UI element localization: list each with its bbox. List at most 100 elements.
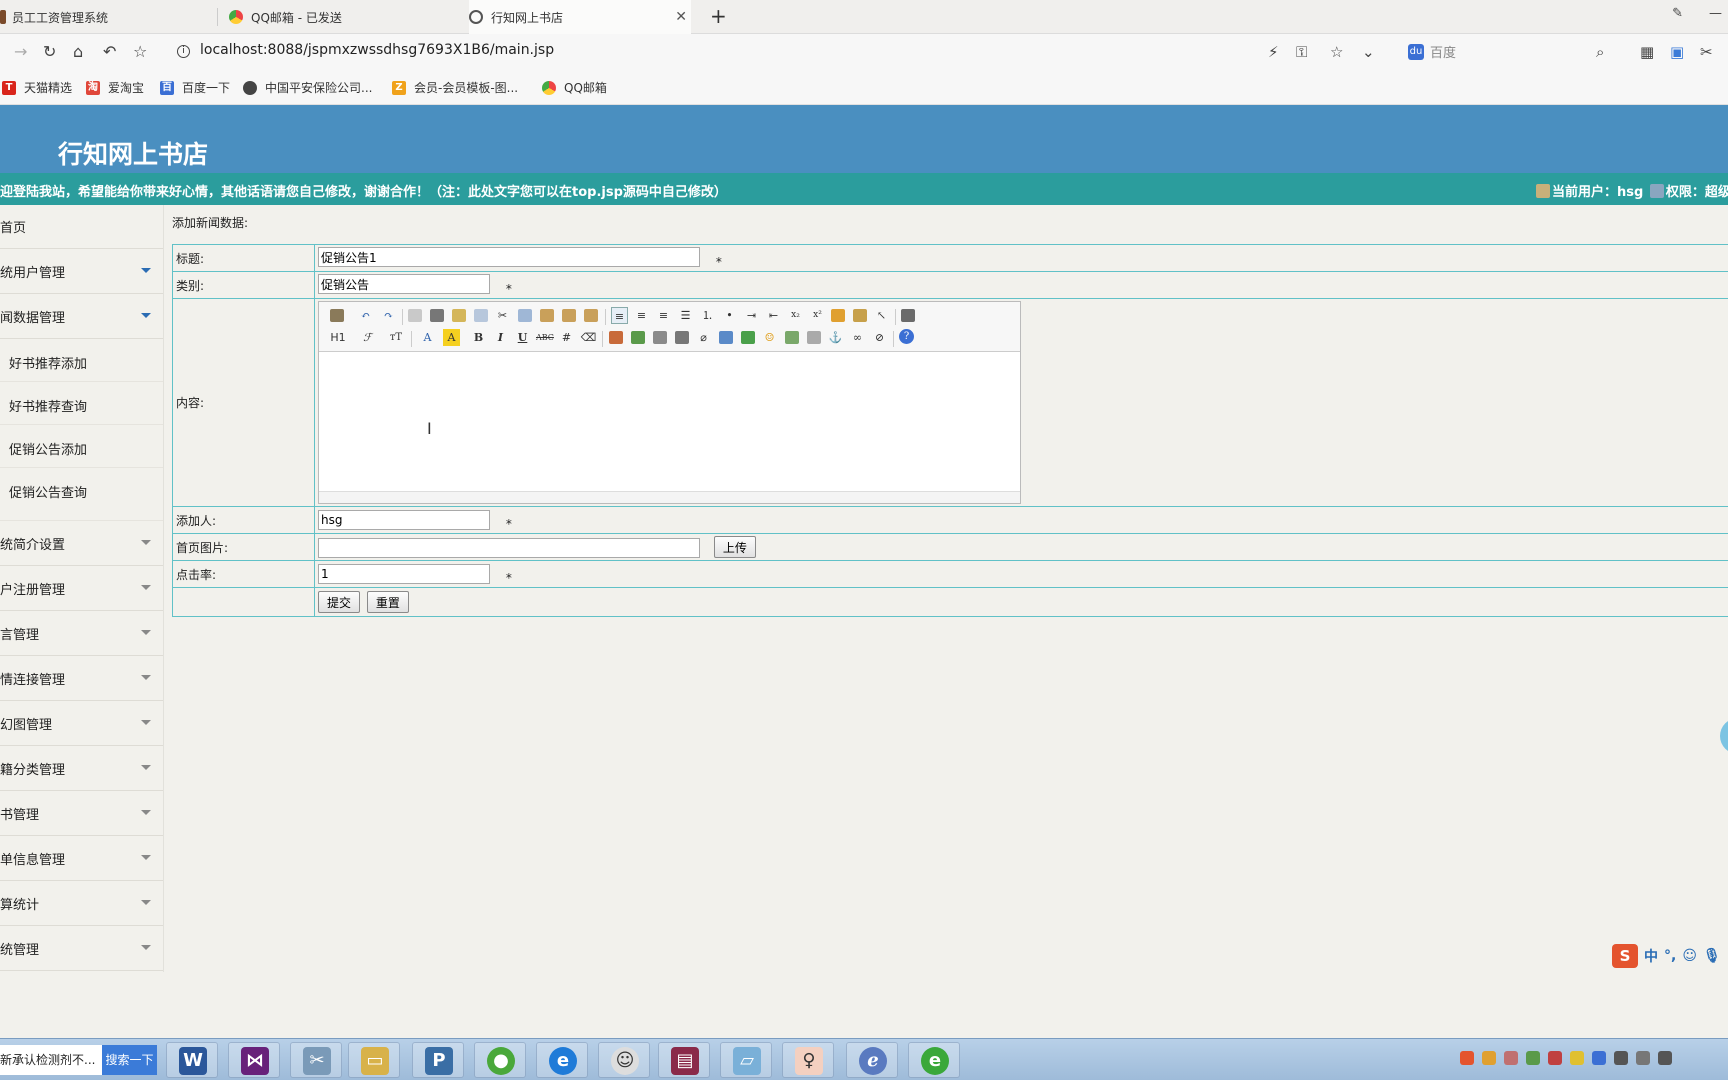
search-icon[interactable]: ⌕	[1596, 43, 1604, 61]
image-icon[interactable]	[609, 331, 623, 344]
bluetooth-icon[interactable]	[1592, 1051, 1606, 1065]
map-icon[interactable]	[785, 331, 799, 344]
taskbar-eclipse[interactable]: ℯ	[846, 1042, 898, 1078]
scissors-icon[interactable]: ✂	[1700, 43, 1713, 61]
taskbar-python[interactable]: P	[412, 1042, 464, 1078]
select-all-icon[interactable]: ↖	[873, 307, 890, 324]
tab-bookstore[interactable]: 行知网上书店 ✕	[469, 0, 691, 34]
taskbar-search-button[interactable]: 搜索一下	[102, 1045, 157, 1075]
copy-icon[interactable]	[518, 309, 532, 322]
tab-salary-system[interactable]: 员工工资管理系统	[0, 0, 196, 34]
translate-icon[interactable]: ▣	[1670, 43, 1684, 61]
bookmark-pingan[interactable]: 中国平安保险公司...	[243, 79, 372, 96]
sogou-tray-icon[interactable]	[1460, 1051, 1474, 1065]
superscript-icon[interactable]: x²	[809, 307, 826, 324]
taskbar-notepad[interactable]: ▱	[720, 1042, 772, 1078]
forward-icon[interactable]: →	[14, 42, 27, 61]
font-color-icon[interactable]: A	[419, 329, 436, 346]
bookmark-baidu[interactable]: 百百度一下	[160, 79, 230, 96]
sidebar-item-intro-settings[interactable]: 统简介设置	[0, 521, 163, 566]
font-family-dropdown[interactable]: ℱ	[359, 329, 376, 346]
help-icon[interactable]: ?	[899, 329, 914, 344]
bookmark-tmall[interactable]: T 天猫精选	[2, 79, 72, 96]
italic-icon[interactable]: I	[492, 329, 509, 346]
clicks-input[interactable]	[318, 563, 490, 584]
taskbar-visual-studio[interactable]: ⋈	[228, 1042, 280, 1078]
sidebar-subitem-book-recommend-add[interactable]: 好书推荐添加	[0, 339, 163, 382]
favorite-star-icon[interactable]: ☆	[1330, 43, 1343, 61]
multi-image-icon[interactable]	[631, 331, 645, 344]
sidebar-item-message-mgmt[interactable]: 言管理	[0, 611, 163, 656]
image-path-input[interactable]	[318, 537, 700, 558]
bookmark-aitaobao[interactable]: 淘爱淘宝	[86, 79, 144, 96]
taskbar-green-e[interactable]: e	[908, 1042, 960, 1078]
author-input[interactable]	[318, 509, 490, 530]
font-size-dropdown[interactable]: тT	[385, 329, 407, 346]
taskbar-snipping-tool[interactable]: ✂	[290, 1042, 342, 1078]
sidebar-item-category-mgmt[interactable]: 籍分类管理	[0, 746, 163, 791]
sidebar-subitem-promo-add[interactable]: 促销公告添加	[0, 425, 163, 468]
template-icon[interactable]	[452, 309, 466, 322]
taskbar-green-app[interactable]: ●	[474, 1042, 526, 1078]
home-icon[interactable]: ⌂	[73, 42, 83, 61]
preview-icon[interactable]	[408, 309, 422, 322]
new-tab-button[interactable]: +	[710, 4, 727, 28]
eraser-icon[interactable]: ⌫	[580, 329, 597, 346]
undo-icon[interactable]: ↶	[357, 307, 374, 324]
taskbar-qq[interactable]: ♀	[782, 1042, 834, 1078]
heading-dropdown[interactable]: H1	[325, 329, 351, 346]
tab-qq-mail[interactable]: QQ邮箱 - 已发送	[229, 0, 439, 34]
pagebreak-icon[interactable]	[807, 331, 821, 344]
close-tab-icon[interactable]: ✕	[675, 9, 687, 25]
sidebar-item-links-mgmt[interactable]: 情连接管理	[0, 656, 163, 701]
code-icon[interactable]	[474, 309, 488, 322]
microphone-icon[interactable]: 🎙	[1703, 948, 1721, 964]
attachment-icon[interactable]: ⌀	[695, 329, 712, 346]
ime-language[interactable]: 中	[1644, 946, 1658, 966]
hr-line-icon[interactable]	[741, 331, 755, 344]
media-icon[interactable]	[675, 331, 689, 344]
source-icon[interactable]	[330, 309, 344, 322]
emoji-icon[interactable]: ☺	[1682, 948, 1697, 964]
network-icon[interactable]	[1614, 1051, 1628, 1065]
minimize-icon[interactable]: —	[1709, 6, 1722, 21]
tray-app-icon[interactable]	[1504, 1051, 1518, 1065]
sidebar-item-user-mgmt[interactable]: 统用户管理	[0, 249, 163, 294]
justify-icon[interactable]: ☰	[677, 307, 694, 324]
editor-content-area[interactable]: I	[319, 353, 1020, 491]
sidebar-item-statistics[interactable]: 算统计	[0, 881, 163, 926]
apps-grid-icon[interactable]: ▦	[1640, 43, 1654, 61]
info-icon[interactable]: i	[177, 45, 190, 58]
bold-icon[interactable]: B	[470, 329, 487, 346]
signal-icon[interactable]	[1658, 1051, 1672, 1065]
bullet-list-icon[interactable]: •	[721, 307, 738, 324]
rich-text-editor[interactable]: ↶ ↷ ✂ ≡ ≡ ≡ ☰ ⒈ • ⇥ ⇤ x₂ x² ↖ H1 ℱ тT A …	[318, 301, 1021, 504]
submit-button[interactable]: 提交	[318, 591, 360, 613]
bookmark-member-template[interactable]: Z 会员-会员模板-图...	[392, 79, 518, 96]
chevron-down-icon[interactable]: ⌄	[1362, 43, 1375, 61]
emoticon-icon[interactable]: ☺	[761, 329, 778, 346]
taskbar-file-explorer[interactable]: ▭	[348, 1042, 400, 1078]
taskbar-word[interactable]: W	[166, 1042, 218, 1078]
align-right-icon[interactable]: ≡	[655, 307, 672, 324]
paste-text-icon[interactable]	[562, 309, 576, 322]
clear-format-icon[interactable]	[853, 309, 867, 322]
unlink-icon[interactable]: ⊘	[871, 329, 888, 346]
cut-icon[interactable]: ✂	[494, 307, 511, 324]
url-field[interactable]: localhost:8088/jspmxzwssdhsg7693X1B6/mai…	[200, 42, 554, 58]
taskbar-qq-avatar[interactable]: ☺	[598, 1042, 650, 1078]
sidebar-item-home[interactable]: 首页	[0, 205, 163, 249]
taskbar-search-input[interactable]: 新承认检测剂不...	[0, 1045, 102, 1075]
highlight-icon[interactable]: A	[443, 329, 460, 346]
taskbar-ie[interactable]: e	[536, 1042, 588, 1078]
sidebar-item-books-mgmt[interactable]: 书管理	[0, 791, 163, 836]
hr-icon[interactable]: #	[558, 329, 575, 346]
sidebar-subitem-promo-query[interactable]: 促销公告查询	[0, 468, 163, 521]
floating-assistant[interactable]	[1720, 718, 1728, 754]
outdent-icon[interactable]: ⇤	[765, 307, 782, 324]
underline-icon[interactable]: U	[514, 329, 531, 346]
subscript-icon[interactable]: x₂	[787, 307, 804, 324]
ime-punctuation[interactable]: °,	[1664, 948, 1676, 964]
bookmark-qq-mail[interactable]: QQ邮箱	[542, 79, 607, 96]
undo-icon[interactable]: ↶	[103, 42, 116, 61]
